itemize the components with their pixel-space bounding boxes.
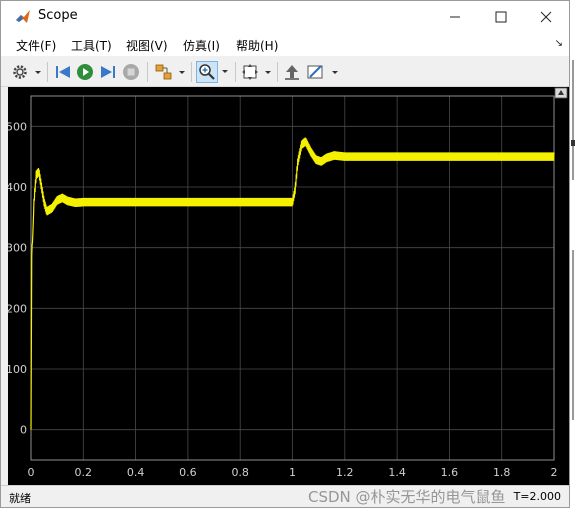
status-text: 就绪 <box>9 492 31 505</box>
step-back-icon <box>56 66 70 78</box>
close-button[interactable] <box>523 1 569 32</box>
menu-file[interactable]: 文件(F) <box>16 37 56 54</box>
background-document-edge <box>571 60 575 420</box>
minimize-icon <box>450 16 460 17</box>
step-forward-button[interactable] <box>98 61 118 83</box>
zoom-in-icon <box>199 64 215 80</box>
menu-simulation[interactable]: 仿真(I) <box>183 37 220 54</box>
gear-icon <box>13 65 41 79</box>
x-tick-label: 2 <box>551 466 558 479</box>
properties-button[interactable] <box>306 61 340 83</box>
step-back-button[interactable] <box>53 61 73 83</box>
toolbar-separator <box>277 62 278 82</box>
x-tick-label: 0.2 <box>75 466 93 479</box>
restore-icon <box>285 65 299 80</box>
x-tick-label: 0.4 <box>127 466 145 479</box>
plot-grid <box>30 96 555 460</box>
highlight-block-icon <box>155 64 185 80</box>
y-tick-label: 100 <box>8 363 27 376</box>
zoom-in-button[interactable] <box>196 61 218 83</box>
menu-help[interactable]: 帮助(H) <box>236 37 278 54</box>
x-tick-label: 0 <box>28 466 35 479</box>
x-tick-label: 0.8 <box>231 466 249 479</box>
restore-view-button[interactable] <box>282 61 302 83</box>
x-tick-label: 1 <box>289 466 296 479</box>
y-tick-label: 300 <box>8 242 27 255</box>
x-tick-labels: 0 0.2 0.4 0.6 0.8 1 1.2 1.4 1.6 1.8 2 <box>28 466 558 479</box>
x-tick-label: 0.6 <box>179 466 197 479</box>
scope-plot-area[interactable]: 0 100 200 300 400 500 0 0.2 0.4 0.6 0.8 1 1.2 1.4 1.6… <box>6 87 569 485</box>
chevron-down-icon <box>222 70 228 73</box>
minimize-button[interactable] <box>432 1 478 32</box>
x-tick-label: 1.4 <box>388 466 406 479</box>
settings-button[interactable] <box>9 61 43 83</box>
stop-button[interactable] <box>121 61 141 83</box>
title-bar[interactable]: Scope <box>1 1 569 32</box>
menu-bar: 文件(F) 工具(T) 视图(V) 仿真(I) 帮助(H) ↘ <box>1 32 569 56</box>
watermark: CSDN @朴实无华的电气鼠鱼 <box>308 488 506 506</box>
zoom-dropdown-button[interactable] <box>219 61 231 83</box>
dock-arrow-icon[interactable]: ↘ <box>555 38 563 49</box>
run-button[interactable] <box>75 61 95 83</box>
maximize-button[interactable] <box>478 1 524 32</box>
y-tick-label: 400 <box>8 181 27 194</box>
axes-restore-button <box>554 87 568 99</box>
y-tick-label: 200 <box>8 302 27 315</box>
close-icon <box>540 11 552 22</box>
highlight-block-button[interactable] <box>153 61 187 83</box>
x-tick-label: 1.8 <box>493 466 511 479</box>
menu-tools[interactable]: 工具(T) <box>71 37 112 54</box>
toolbar-separator <box>191 62 192 82</box>
step-forward-icon <box>101 66 115 78</box>
zoom-fit-button[interactable] <box>241 61 273 83</box>
signal-plot: 0 100 200 300 400 500 0 0.2 0.4 0.6 0.8 1 1.2 1.4 1.6… <box>6 87 568 479</box>
sim-time: T=2.000 <box>513 490 561 503</box>
y-tick-label: 500 <box>8 120 27 133</box>
run-icon <box>77 64 93 80</box>
scope-window: Scope 文件(F) 工具(T) 视图(V) 仿真(I) 帮助(H) ↘ 0 … <box>0 0 570 508</box>
toolbar-separator <box>235 62 236 82</box>
x-tick-label: 1.2 <box>336 466 354 479</box>
toolbar-separator <box>147 62 148 82</box>
properties-icon <box>307 65 338 79</box>
zoom-fit-icon <box>242 64 271 80</box>
matlab-app-icon <box>16 10 30 23</box>
window-title: Scope <box>38 8 78 23</box>
stop-icon <box>123 64 139 80</box>
y-tick-labels: 0 100 200 300 400 500 <box>6 120 27 437</box>
toolbar <box>1 57 569 87</box>
toolbar-separator <box>47 62 48 82</box>
x-tick-label: 1.6 <box>441 466 459 479</box>
maximize-icon <box>495 11 507 22</box>
menu-view[interactable]: 视图(V) <box>126 37 168 54</box>
y-tick-label: 0 <box>20 424 27 437</box>
